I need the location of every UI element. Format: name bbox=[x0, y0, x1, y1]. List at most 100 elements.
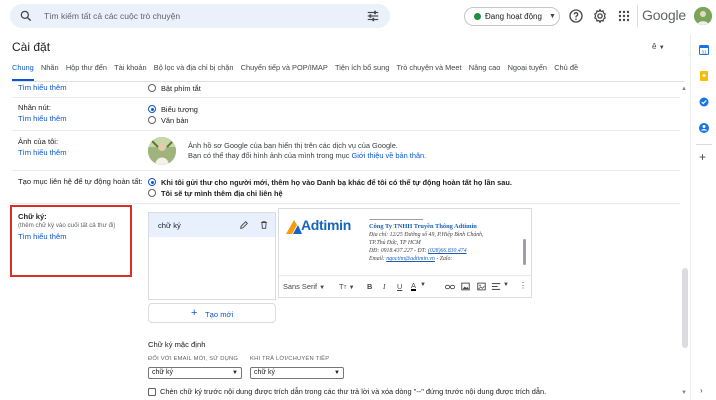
tab-offline[interactable]: Ngoại tuyến bbox=[508, 63, 547, 81]
signature-editor[interactable]: Adtimin --------------------------------… bbox=[278, 208, 532, 298]
insert-before-quote-checkbox[interactable] bbox=[148, 388, 156, 396]
my-picture-change-text: Bạn có thể thay đổi hình ảnh của mình tr… bbox=[188, 151, 350, 160]
tab-general[interactable]: Chung bbox=[12, 63, 34, 81]
signature-list: chữ ký bbox=[148, 212, 276, 300]
tab-filters[interactable]: Bộ lọc và địa chỉ bị chặn bbox=[154, 63, 234, 81]
avatar[interactable] bbox=[694, 7, 712, 25]
radio-button[interactable] bbox=[148, 189, 156, 197]
tune-icon[interactable] bbox=[366, 9, 380, 23]
option-label: Văn bản bbox=[161, 115, 189, 125]
tab-inbox[interactable]: Hộp thư đến bbox=[66, 63, 107, 81]
insert-image-icon[interactable] bbox=[477, 282, 486, 291]
signature-email-suffix: - Zalo: bbox=[434, 256, 453, 262]
page-scrollbar[interactable] bbox=[680, 84, 688, 400]
learn-more-link[interactable]: Tìm hiểu thêm bbox=[18, 148, 67, 157]
scrollbar-thumb[interactable] bbox=[682, 268, 688, 348]
option-label: Tôi sẽ tự mình thêm địa chỉ liên hệ bbox=[161, 188, 283, 198]
insert-before-quote-label: Chèn chữ ký trước nội dung được trích dẫ… bbox=[160, 387, 547, 396]
learn-more-link[interactable]: Tìm hiểu thêm bbox=[18, 114, 67, 123]
autocomplete-manual-option[interactable]: Tôi sẽ tự mình thêm địa chỉ liên hệ bbox=[148, 188, 283, 198]
divider bbox=[12, 203, 680, 204]
tab-themes[interactable]: Chủ đề bbox=[554, 63, 578, 81]
divider bbox=[12, 81, 684, 82]
reply-signature-select[interactable]: chữ ký ▼ bbox=[250, 367, 344, 379]
input-tools-button[interactable]: ê ▼ bbox=[652, 42, 665, 51]
expand-panel-icon[interactable]: › bbox=[700, 386, 703, 395]
align-icon[interactable] bbox=[491, 282, 501, 291]
font-family-select[interactable]: Sans Serif ▼ bbox=[283, 282, 325, 291]
scroll-down-icon[interactable]: ▼ bbox=[681, 390, 687, 396]
page-title: Cài đặt bbox=[12, 40, 51, 54]
underline-icon[interactable]: U bbox=[397, 282, 402, 291]
contacts-icon[interactable] bbox=[698, 122, 710, 134]
new-email-label: ĐỐI VỚI EMAIL MỚI, SỬ DỤNG bbox=[148, 356, 239, 362]
autocomplete-auto-option[interactable]: Khi tôi gửi thư cho người mới, thêm họ v… bbox=[148, 177, 512, 187]
search-box[interactable] bbox=[10, 4, 390, 28]
search-icon[interactable] bbox=[19, 9, 33, 23]
tab-accounts[interactable]: Tài khoản bbox=[114, 63, 146, 81]
tab-addons[interactable]: Tiện ích bổ sung bbox=[335, 63, 389, 81]
link-icon[interactable] bbox=[445, 283, 455, 291]
google-logo: Google bbox=[642, 7, 686, 23]
trash-icon[interactable] bbox=[259, 220, 269, 230]
signature-email-prefix: Email: bbox=[369, 256, 385, 262]
button-labels-text-option[interactable]: Văn bản bbox=[148, 115, 189, 125]
font-size-icon[interactable]: TT ▼ bbox=[339, 282, 355, 291]
radio-button[interactable] bbox=[148, 105, 156, 113]
divider bbox=[12, 97, 680, 98]
divider bbox=[12, 170, 680, 171]
create-signature-button[interactable]: + Tạo mới bbox=[148, 303, 276, 323]
profile-photo[interactable] bbox=[148, 137, 176, 165]
gear-icon[interactable] bbox=[592, 8, 608, 24]
signature-phone-link[interactable]: (028)66.830.474 bbox=[428, 248, 467, 254]
my-picture-change-line: Bạn có thể thay đổi hình ảnh của mình tr… bbox=[188, 151, 426, 160]
more-icon[interactable]: ⋮ bbox=[519, 281, 527, 290]
chevron-down-icon[interactable]: ▼ bbox=[420, 282, 426, 288]
text-color-icon[interactable]: A bbox=[411, 282, 416, 291]
signature-address-1: Địa chỉ: 12/25 Đường số 49, P.Hiệp Bình … bbox=[369, 232, 484, 238]
tab-labels[interactable]: Nhãn bbox=[41, 63, 59, 81]
signature-email-link[interactable]: ngoctim@adtimin.vn bbox=[386, 256, 435, 262]
company-logo: Adtimin bbox=[285, 216, 361, 238]
chevron-down-icon: ▼ bbox=[549, 13, 556, 20]
plus-icon: + bbox=[191, 307, 198, 319]
tab-chat-meet[interactable]: Trò chuyện và Meet bbox=[397, 63, 462, 81]
divider bbox=[12, 130, 680, 131]
signature-email-line: Email: ngoctim@adtimin.vn - Zalo: bbox=[369, 256, 452, 262]
pencil-icon[interactable] bbox=[239, 220, 249, 230]
scroll-up-icon[interactable]: ▲ bbox=[681, 86, 687, 92]
about-me-link[interactable]: Giới thiệu về bản thân. bbox=[352, 151, 427, 160]
tab-forwarding[interactable]: Chuyển tiếp và POP/IMAP bbox=[241, 63, 328, 81]
editor-scrollbar[interactable] bbox=[523, 239, 526, 265]
svg-text:31: 31 bbox=[701, 50, 707, 55]
font-family-value: Sans Serif bbox=[283, 282, 318, 291]
default-signature-title: Chữ ký mặc định bbox=[148, 340, 206, 349]
radio-button[interactable] bbox=[148, 84, 156, 92]
chevron-down-icon: ▼ bbox=[319, 285, 326, 291]
radio-button[interactable] bbox=[148, 178, 156, 186]
calendar-icon[interactable]: 31 bbox=[698, 44, 710, 56]
chevron-down-icon[interactable]: ▼ bbox=[503, 282, 509, 288]
my-picture-description: Ảnh hồ sơ Google của bạn hiển thị trên c… bbox=[188, 141, 398, 150]
bold-icon[interactable]: B bbox=[367, 282, 372, 291]
help-icon[interactable] bbox=[568, 8, 584, 24]
signature-list-item[interactable]: chữ ký bbox=[149, 213, 275, 237]
apps-grid-icon[interactable] bbox=[616, 8, 632, 24]
radio-button[interactable] bbox=[148, 116, 156, 124]
new-email-signature-select[interactable]: chữ ký ▼ bbox=[148, 367, 242, 379]
keep-icon[interactable] bbox=[698, 70, 710, 82]
learn-more-link[interactable]: Tìm hiểu thêm bbox=[18, 232, 67, 241]
search-input[interactable] bbox=[44, 8, 334, 24]
shortcuts-on-option[interactable]: Bật phím tắt bbox=[148, 83, 201, 93]
new-email-signature-value: chữ ký bbox=[152, 369, 174, 376]
button-labels-icons-option[interactable]: Biểu tượng bbox=[148, 104, 198, 114]
tab-advanced[interactable]: Nâng cao bbox=[469, 63, 501, 81]
tasks-icon[interactable] bbox=[698, 96, 710, 108]
learn-more-link[interactable]: Tìm hiểu thêm bbox=[18, 83, 67, 92]
status-selector[interactable]: Đang hoạt động ▼ bbox=[464, 7, 560, 26]
image-icon[interactable] bbox=[461, 282, 470, 291]
signature-phone: DĐ: 0918.437.227 - ĐT: bbox=[369, 248, 427, 254]
italic-icon[interactable]: I bbox=[383, 282, 385, 291]
reply-forward-label: KHI TRẢ LỜI/CHUYỂN TIẾP bbox=[250, 356, 330, 362]
add-app-icon[interactable]: + bbox=[699, 150, 706, 164]
